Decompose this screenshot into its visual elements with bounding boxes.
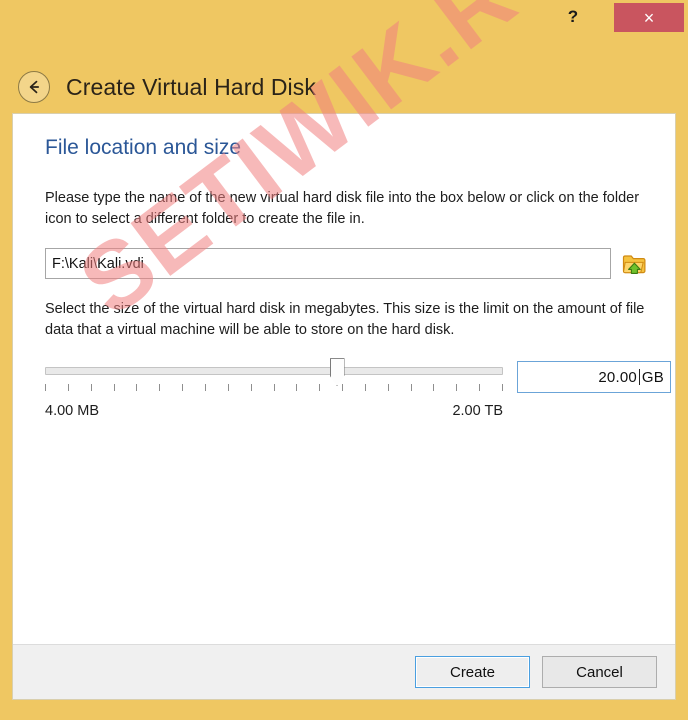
folder-open-icon <box>622 254 645 274</box>
disk-size-row: 4.00 MB 2.00 TB 20.00 GB <box>45 358 671 419</box>
folder-picker-button[interactable] <box>621 251 647 277</box>
slider-tick <box>410 384 412 392</box>
disk-size-field-wrap: 20.00 GB <box>517 361 671 394</box>
dialog-header: Create Virtual Hard Disk <box>0 62 688 112</box>
slider-tick <box>113 384 115 392</box>
content-panel: File location and size Please type the n… <box>12 113 676 700</box>
slider-tick <box>227 384 229 392</box>
text-caret <box>638 369 640 386</box>
slider-tick <box>319 384 321 392</box>
slider-tick <box>296 384 298 392</box>
page-title: Create Virtual Hard Disk <box>66 73 316 100</box>
disk-size-input[interactable]: 20.00 GB <box>517 361 671 394</box>
disk-size-description: Select the size of the virtual hard disk… <box>45 301 645 339</box>
slider-tick <box>90 384 92 392</box>
slider-tick <box>342 384 344 392</box>
slider-min-label: 4.00 MB <box>45 403 99 420</box>
close-button[interactable]: × <box>614 3 684 32</box>
slider-tick <box>45 384 46 392</box>
slider-tick <box>136 384 138 392</box>
title-bar: ? × <box>0 0 688 33</box>
disk-size-unit: GB <box>641 368 664 386</box>
slider-range-labels: 4.00 MB 2.00 TB <box>45 403 503 419</box>
slider-tick <box>479 384 481 392</box>
slider-tick <box>364 384 366 392</box>
help-icon: ? <box>567 6 579 26</box>
back-button[interactable] <box>18 71 50 103</box>
cancel-button[interactable]: Cancel <box>542 656 657 688</box>
slider-tick <box>67 384 69 392</box>
close-icon: × <box>643 7 655 28</box>
slider-max-label: 2.00 TB <box>452 403 503 420</box>
file-path-input[interactable] <box>45 248 611 280</box>
file-location-row <box>45 248 647 280</box>
slider-tick <box>159 384 161 392</box>
help-button[interactable]: ? <box>555 0 591 33</box>
slider-tick <box>456 384 458 392</box>
slider-tick <box>204 384 206 392</box>
slider-tick <box>433 384 435 392</box>
panel-body: File location and size Please type the n… <box>13 114 675 646</box>
slider-tick-marks <box>45 384 503 392</box>
slider-tick <box>387 384 389 392</box>
section-heading: File location and size <box>45 136 242 159</box>
dialog-footer: Create Cancel <box>13 644 675 699</box>
back-arrow-icon <box>29 80 40 94</box>
create-button[interactable]: Create <box>415 656 530 688</box>
slider-tick <box>502 384 503 392</box>
create-virtual-hard-disk-dialog: ? × Create Virtual Hard Disk File locati… <box>0 0 688 720</box>
slider-tick <box>250 384 252 392</box>
file-location-description: Please type the name of the new virtual … <box>45 190 640 228</box>
slider-tick <box>273 384 275 392</box>
slider-tick <box>182 384 184 392</box>
slider-track[interactable] <box>45 358 503 387</box>
slider-thumb[interactable] <box>329 358 345 387</box>
disk-size-value: 20.00 <box>598 368 637 386</box>
disk-size-slider[interactable]: 4.00 MB 2.00 TB <box>45 358 503 419</box>
